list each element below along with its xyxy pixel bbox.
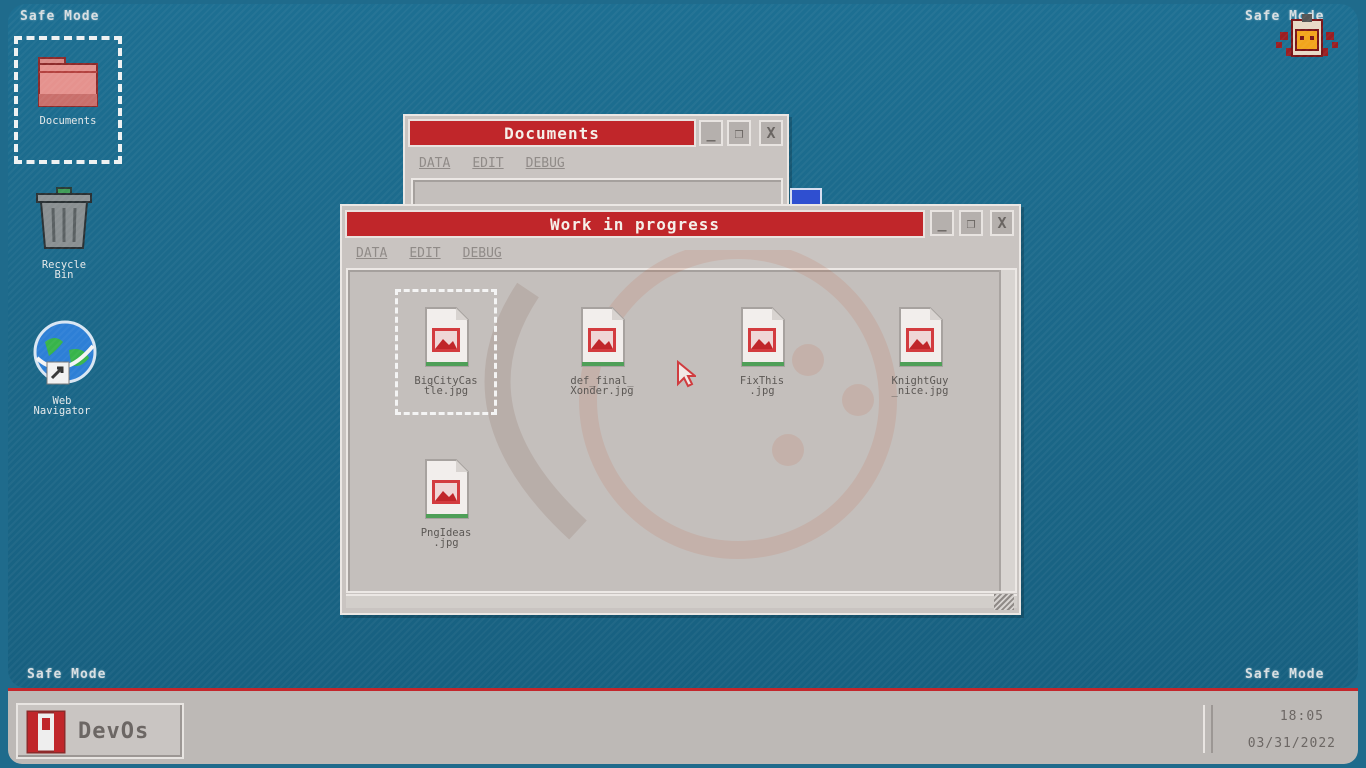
file-item[interactable]: FixThis .jpg — [714, 306, 810, 396]
maximize-button[interactable]: ❐ — [959, 210, 983, 236]
file-name: BigCityCas tle.jpg — [414, 375, 478, 397]
mouse-cursor-icon — [677, 360, 696, 388]
image-file-icon — [581, 307, 625, 367]
desktop-icon-recycle-bin[interactable]: Recycle Bin — [14, 186, 114, 280]
wip-content-area: BigCityCas tle.jpg def_final_ Xonder.jpg… — [346, 250, 1017, 593]
globe-icon — [33, 320, 97, 385]
safe-mode-label-bottom-right: Safe Mode — [1245, 667, 1325, 682]
close-icon: X — [997, 214, 1007, 232]
maximize-icon: ❐ — [966, 214, 976, 232]
horizontal-scrollbar[interactable] — [346, 594, 1017, 608]
safe-mode-label-bottom-left: Safe Mode — [27, 667, 107, 682]
trash-can-icon — [36, 187, 92, 249]
menu-item-data[interactable]: DATA — [419, 156, 450, 171]
window-title: Work in progress — [549, 214, 721, 234]
image-file-icon — [425, 459, 469, 519]
resize-grip-icon[interactable] — [994, 594, 1014, 610]
desktop-icon-label: Documents — [39, 115, 97, 127]
maximize-icon: ❐ — [734, 124, 744, 142]
taskbar: DevOs 18:05 03/31/2022 — [8, 688, 1358, 764]
desktop-icon-web-navigator[interactable]: Web Navigator — [12, 320, 112, 416]
start-button[interactable]: DevOs — [16, 703, 184, 759]
image-file-icon — [425, 307, 469, 367]
image-file-icon — [741, 307, 785, 367]
mascot-icon — [1276, 14, 1338, 62]
menu-item-debug[interactable]: DEBUG — [526, 156, 565, 171]
documents-menu-bar: DATA EDIT DEBUG — [419, 156, 565, 171]
window-title: Documents — [504, 123, 600, 143]
maximize-button[interactable]: ❐ — [727, 120, 751, 146]
desktop-icon-documents[interactable]: Documents — [14, 36, 122, 164]
file-name: KnightGuy _nice.jpg — [891, 375, 949, 397]
clock-date: 03/31/2022 — [1247, 736, 1336, 751]
close-icon: X — [766, 124, 776, 142]
file-item[interactable]: BigCityCas tle.jpg — [395, 289, 497, 415]
desktop-icon-label: Web Navigator — [33, 395, 91, 417]
clock-divider — [1203, 705, 1213, 753]
file-item[interactable]: PngIdeas .jpg — [398, 458, 494, 548]
screen: Safe Mode Safe Mode Safe Mode Safe Mode — [0, 0, 1366, 768]
file-name: PngIdeas .jpg — [420, 527, 472, 549]
vertical-scrollbar[interactable] — [999, 270, 1015, 591]
desktop-icon-label: Recycle Bin — [41, 259, 87, 281]
documents-window[interactable]: Documents _ ❐ X DATA EDIT DEBUG — [403, 114, 789, 210]
menu-item-data[interactable]: DATA — [356, 246, 387, 261]
folder-icon — [38, 57, 98, 107]
close-button[interactable]: X — [990, 210, 1014, 236]
minimize-icon: _ — [937, 214, 947, 232]
documents-window-titlebar[interactable]: Documents — [408, 119, 696, 147]
clock-time: 18:05 — [1279, 709, 1324, 724]
start-label: DevOs — [78, 718, 150, 744]
file-item[interactable]: KnightGuy _nice.jpg — [872, 306, 968, 396]
work-in-progress-window[interactable]: Work in progress _ ❐ X DATA EDIT DEBUG B… — [340, 204, 1021, 615]
file-name: FixThis .jpg — [739, 375, 785, 397]
minimize-button[interactable]: _ — [699, 120, 723, 146]
devos-logo-icon — [26, 710, 66, 754]
minimize-icon: _ — [706, 124, 716, 142]
close-button[interactable]: X — [759, 120, 783, 146]
minimize-button[interactable]: _ — [930, 210, 954, 236]
menu-item-edit[interactable]: EDIT — [472, 156, 503, 171]
file-name: def_final_ Xonder.jpg — [570, 375, 634, 397]
image-file-icon — [899, 307, 943, 367]
work-in-progress-titlebar[interactable]: Work in progress — [345, 210, 925, 238]
file-item[interactable]: def_final_ Xonder.jpg — [554, 306, 650, 396]
safe-mode-label-top-left: Safe Mode — [20, 9, 100, 24]
